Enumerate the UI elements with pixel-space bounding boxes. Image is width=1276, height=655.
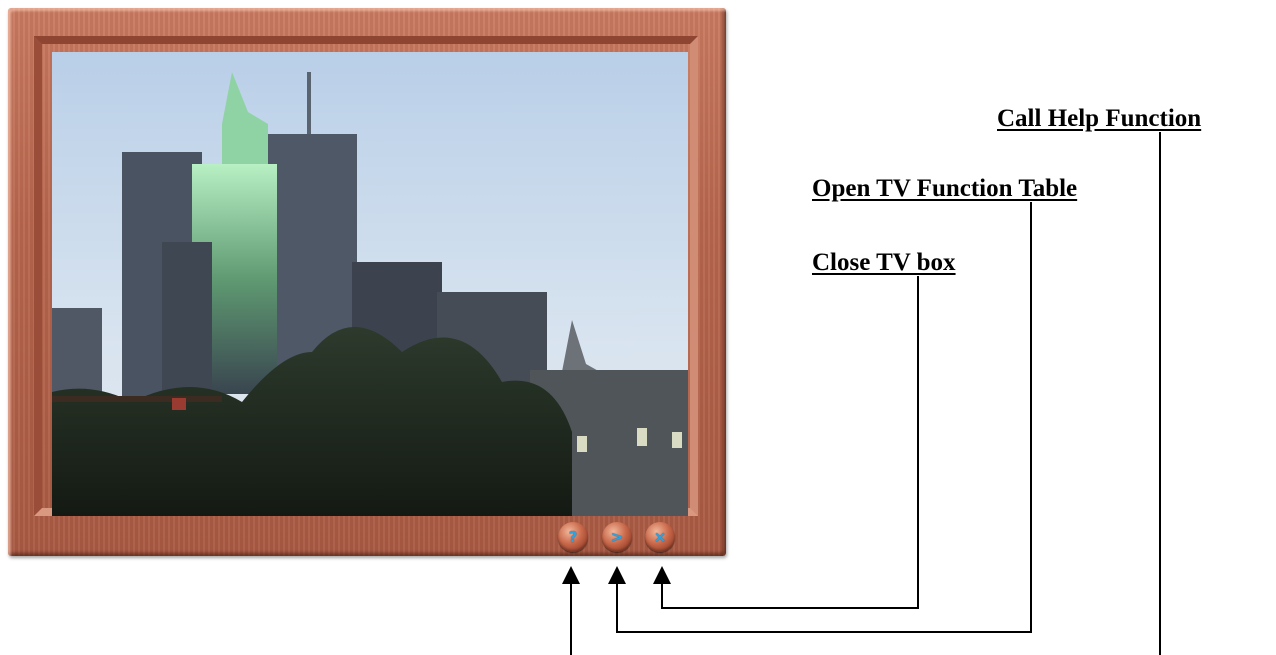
help-button[interactable]: ? <box>558 522 588 552</box>
close-arrowhead <box>653 566 671 584</box>
function-table-arrowhead <box>608 566 626 584</box>
callout-call-help-function: Call Help Function <box>997 105 1202 132</box>
callout-close-tv-box: Close TV box <box>812 249 956 276</box>
tv-screen <box>52 52 688 516</box>
callout-open-tv-function-table: Open TV Function Table <box>812 175 1078 202</box>
city-skyline-image <box>52 52 688 516</box>
function-table-button[interactable]: > <box>602 522 632 552</box>
help-arrowhead <box>562 566 580 584</box>
close-button[interactable]: × <box>645 522 675 552</box>
